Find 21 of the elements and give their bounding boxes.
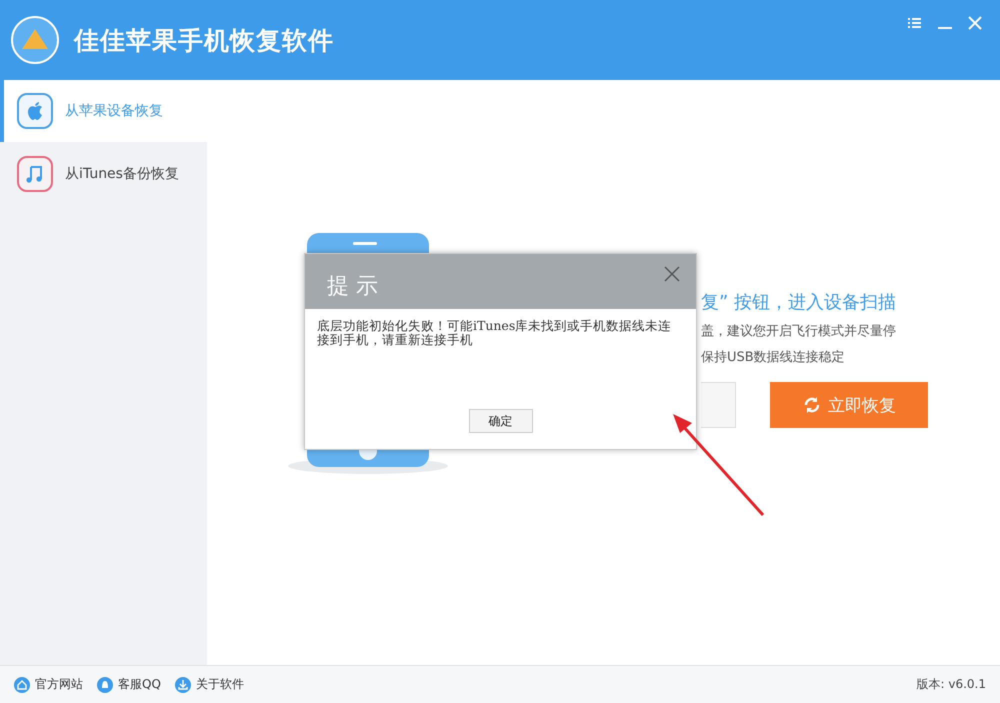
app-logo-icon [10,15,60,65]
instruction-text: 盖，建议您开启飞行模式并尽量停 [701,323,897,340]
apple-icon [17,93,53,129]
ok-button[interactable]: 确定 [468,409,532,433]
home-icon [14,676,30,692]
app-title: 佳佳苹果手机恢复软件 [74,24,334,56]
menu-icon[interactable] [908,17,922,29]
footer-link[interactable]: 关于软件 [174,676,244,693]
dialog-title: 提 示 [327,272,378,300]
footer-link[interactable]: 官方网站 [14,676,83,693]
download-icon [174,676,191,692]
chat-icon [97,676,113,692]
sidebar-item[interactable]: 从iTunes备份恢复 [0,142,207,206]
refresh-icon [802,395,822,415]
music-note-icon [17,156,53,192]
instruction-text: 保持USB数据线连接稳定 [701,349,846,366]
footer-link[interactable]: 客服QQ [97,676,161,693]
version-text: 版本: v6.0.1 [916,676,986,693]
instruction-heading: 复” 按钮，进入设备扫描 [701,291,898,314]
close-icon[interactable] [664,266,680,282]
dialog-message: 底层功能初始化失败！可能iTunes库未找到或手机数据线未连接到手机，请重新连接手机 [316,317,672,349]
